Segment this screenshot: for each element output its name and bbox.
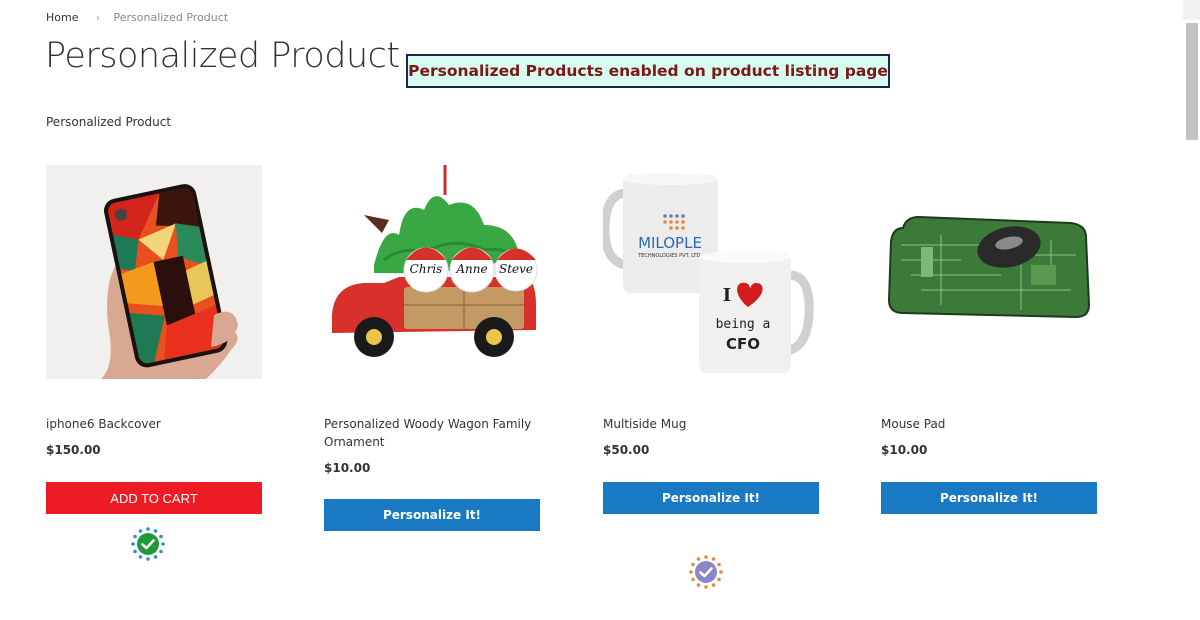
ornament-name: Steve xyxy=(499,262,533,276)
mug-brand-subtext: TECHNOLOGIES PVT. LTD. xyxy=(637,253,702,259)
personalize-button[interactable]: Personalize It! xyxy=(324,499,540,531)
product-card: iphone6 Backcover $150.00 ADD TO CART xyxy=(46,165,262,561)
breadcrumb-current: Personalized Product xyxy=(113,11,229,24)
product-name[interactable]: Personalized Woody Wagon Family Ornament xyxy=(324,415,544,451)
green-check-badge-icon xyxy=(131,527,165,561)
product-price: $10.00 xyxy=(324,461,371,475)
ornament-name: Chris xyxy=(410,262,443,276)
product-price: $10.00 xyxy=(881,443,928,457)
wagon-ornament-image: Chris Anne Steve xyxy=(324,165,540,379)
breadcrumb: Home › Personalized Product xyxy=(46,11,228,24)
mug-slogan-text: I xyxy=(723,285,731,306)
personalize-button[interactable]: Personalize It! xyxy=(881,482,1097,514)
breadcrumb-home-link[interactable]: Home xyxy=(46,11,78,24)
phone-case-image xyxy=(46,165,262,379)
mug-slogan-text: CFO xyxy=(726,335,760,353)
product-name[interactable]: iphone6 Backcover xyxy=(46,415,266,433)
product-image-phone-case[interactable] xyxy=(46,165,262,379)
product-price: $150.00 xyxy=(46,443,101,457)
category-label: Personalized Product xyxy=(46,115,172,129)
product-image-mug[interactable]: MILOPLE TECHNOLOGIES PVT. LTD. I being a… xyxy=(603,165,819,379)
scroll-thumb[interactable] xyxy=(1186,23,1198,140)
breadcrumb-separator-icon: › xyxy=(95,13,100,24)
personalize-button[interactable]: Personalize It! xyxy=(603,482,819,514)
product-card: MILOPLE TECHNOLOGIES PVT. LTD. I being a… xyxy=(603,165,819,589)
notice-banner: Personalized Products enabled on product… xyxy=(406,54,890,88)
purple-check-badge-icon xyxy=(689,555,723,589)
ornament-name: Anne xyxy=(455,262,487,276)
mug-brand-text: MILOPLE xyxy=(638,234,702,252)
mug-image: MILOPLE TECHNOLOGIES PVT. LTD. I being a… xyxy=(603,165,819,379)
scroll-up-button[interactable] xyxy=(1183,0,1200,20)
product-image-wagon-ornament[interactable]: Chris Anne Steve xyxy=(324,165,540,379)
page-scrollbar[interactable] xyxy=(1183,0,1200,620)
product-price: $50.00 xyxy=(603,443,650,457)
mouse-pad-image xyxy=(881,165,1097,379)
product-name[interactable]: Multiside Mug xyxy=(603,415,823,433)
product-name[interactable]: Mouse Pad xyxy=(881,415,1101,433)
mug-slogan-text: being a xyxy=(716,317,771,332)
product-image-mouse-pad[interactable] xyxy=(881,165,1097,379)
page-title: Personalized Product xyxy=(45,36,400,76)
add-to-cart-button[interactable]: ADD TO CART xyxy=(46,482,262,514)
product-card: Chris Anne Steve Personalized Woody Wago… xyxy=(324,165,540,531)
product-card: Mouse Pad $10.00 Personalize It! xyxy=(881,165,1097,514)
